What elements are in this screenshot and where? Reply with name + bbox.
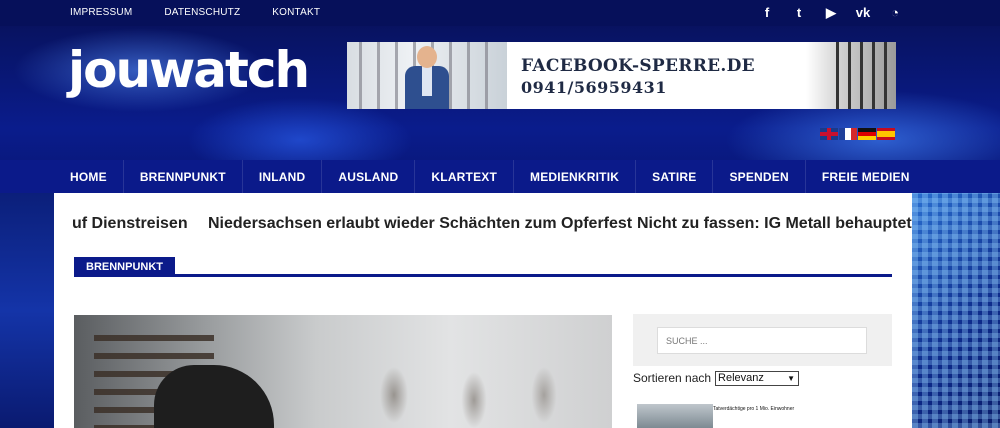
twitter-icon[interactable]: t [790, 4, 808, 22]
sort-label: Sortieren nach [633, 371, 712, 385]
top-links: IMPRESSUM DATENSCHUTZ KONTAKT [70, 7, 320, 18]
banner-ad[interactable]: FACEBOOK-SPERRE.DE 0941/56959431 [347, 42, 896, 109]
vk-icon[interactable]: vk [854, 4, 872, 22]
es-flag[interactable] [877, 128, 895, 140]
nav-item-klartext[interactable]: KLARTEXT [415, 160, 515, 193]
ticker-item[interactable]: Niedersachsen erlaubt wieder Schächten z… [208, 215, 632, 233]
nav-item-brennpunkt[interactable]: BRENNPUNKT [124, 160, 243, 193]
fr-flag[interactable] [839, 128, 857, 140]
nav-item-freie-medien[interactable]: FREIE MEDIEN [806, 160, 926, 193]
banner-cell-image [806, 42, 896, 109]
main-nav: HOME BRENNPUNKT INLAND AUSLAND KLARTEXT … [0, 160, 1000, 193]
nav-item-inland[interactable]: INLAND [243, 160, 323, 193]
site-logo[interactable]: jouwatch [68, 40, 310, 100]
nav-item-spenden[interactable]: SPENDEN [713, 160, 806, 193]
nav-item-medienkritik[interactable]: MEDIENKRITIK [514, 160, 637, 193]
nav-item-ausland[interactable]: AUSLAND [322, 160, 416, 193]
sort-select[interactable]: Relevanz ▼ [715, 370, 800, 386]
language-flags [820, 128, 895, 140]
content-panel: uf Dienstreisen Niedersachsen erlaubt wi… [54, 193, 912, 428]
chevron-down-icon: ▼ [787, 373, 796, 383]
page-background-left [0, 193, 54, 428]
datenschutz-link[interactable]: DATENSCHUTZ [164, 7, 240, 18]
news-ticker: uf Dienstreisen Niedersachsen erlaubt wi… [54, 215, 912, 237]
featured-article-image[interactable] [74, 315, 612, 428]
section-header: BRENNPUNKT [74, 257, 892, 277]
nav-item-home[interactable]: HOME [54, 160, 124, 193]
sidebar-thumbnail[interactable] [637, 404, 713, 428]
sort-value: Relevanz [718, 371, 764, 384]
banner-headline: FACEBOOK-SPERRE.DE [521, 56, 755, 76]
facebook-icon[interactable]: f [758, 4, 776, 22]
youtube-icon[interactable]: ▶ [822, 4, 840, 22]
de-flag[interactable] [858, 128, 876, 140]
impressum-link[interactable]: IMPRESSUM [70, 7, 132, 18]
banner-person [405, 46, 449, 109]
banner-phone: 0941/56959431 [521, 78, 667, 97]
ticker-item[interactable]: Nicht zu fassen: IG Metall behauptet [637, 215, 912, 233]
section-tag[interactable]: BRENNPUNKT [74, 257, 175, 277]
rss-icon[interactable]: ◔ [886, 4, 904, 22]
sort-row: Sortieren nach Relevanz ▼ [633, 370, 800, 386]
nav-item-satire[interactable]: SATIRE [636, 160, 714, 193]
page-background-right [912, 193, 1000, 428]
top-bar: IMPRESSUM DATENSCHUTZ KONTAKT f t ▶ vk ◔ [0, 0, 1000, 26]
search-input[interactable] [657, 327, 867, 354]
sidebar-thumb-caption: Tatverdächtige pro 1 Mio. Einwohner [713, 406, 795, 412]
uk-flag[interactable] [820, 128, 838, 140]
search-widget [633, 314, 892, 366]
social-icons: f t ▶ vk ◔ [758, 4, 904, 22]
ticker-item[interactable]: uf Dienstreisen [72, 215, 188, 233]
kontakt-link[interactable]: KONTAKT [272, 7, 320, 18]
